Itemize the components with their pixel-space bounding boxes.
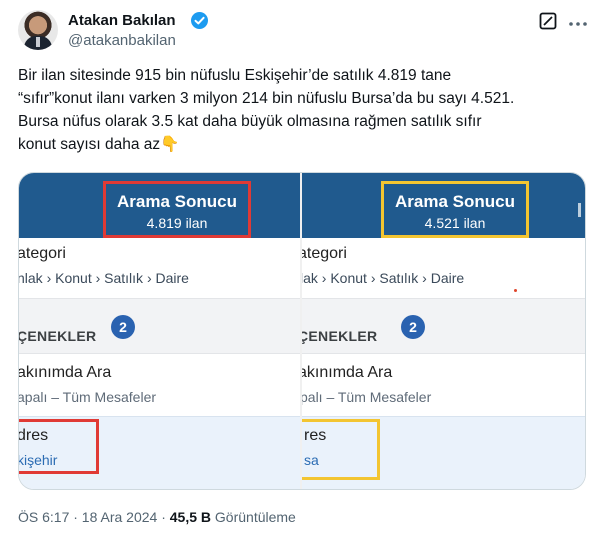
category-row: ategori lak › Konut › Satılık › Daire <box>302 238 585 298</box>
tweet-line: Bir ilan sitesinde 915 bin nüfuslu Eskiş… <box>18 67 452 84</box>
options-count-badge: 2 <box>401 315 425 339</box>
tweet-text: Bir ilan sitesinde 915 bin nüfuslu Eskiş… <box>18 64 580 156</box>
grok-icon[interactable] <box>539 12 557 30</box>
results-header-bar: Arama Sonucu 4.521 ilan <box>302 173 585 238</box>
options-count-badge: 2 <box>111 315 135 339</box>
views-label: Görüntüleme <box>214 509 296 525</box>
result-highlight-box: Arama Sonucu 4.819 ilan <box>103 181 251 238</box>
nearby-label: akınımda Ara <box>19 364 112 381</box>
result-highlight-box: Arama Sonucu 4.521 ilan <box>381 181 529 238</box>
category-path: nlak › Konut › Satılık › Daire <box>19 270 189 286</box>
category-row: ategori nlak › Konut › Satılık › Daire <box>19 238 300 298</box>
nearby-value: apalı – Tüm Mesafeler <box>19 389 157 405</box>
more-options-icon[interactable] <box>568 16 588 26</box>
category-path: lak › Konut › Satılık › Daire <box>302 270 465 286</box>
result-title: Arama Sonucu <box>117 192 237 211</box>
nearby-row: akınımda Ara palı – Tüm Mesafeler <box>302 354 585 416</box>
verified-badge-icon[interactable] <box>191 12 208 29</box>
address-row: res sa <box>302 416 585 489</box>
result-count: 4.819 ilan <box>146 215 208 231</box>
nearby-label: akınımda Ara <box>302 364 393 381</box>
tweet-media[interactable]: Arama Sonucu 4.819 ilan ategori nlak › K… <box>18 172 586 490</box>
tweet-metadata: ÖS 6:17 · 18 Ara 2024 · 45,5 B Görüntüle… <box>18 509 296 525</box>
timestamp[interactable]: ÖS 6:17 · 18 Ara 2024 · <box>18 509 166 525</box>
header-edge-mark <box>578 203 581 217</box>
result-count: 4.521 ilan <box>424 215 486 231</box>
nearby-value: palı – Tüm Mesafeler <box>302 389 432 405</box>
results-header-bar: Arama Sonucu 4.819 ilan <box>19 173 300 238</box>
tweet-line: “sıfır”konut ilanı varken 3 milyon 214 b… <box>18 90 515 107</box>
red-dot-mark <box>514 289 517 292</box>
category-label: ategori <box>302 245 347 262</box>
options-label: ÇENEKLER <box>19 328 97 344</box>
options-row: ÇENEKLER 2 <box>302 298 585 354</box>
media-left-screenshot[interactable]: Arama Sonucu 4.819 ilan ategori nlak › K… <box>19 173 300 489</box>
author-name[interactable]: Atakan Bakılan <box>68 12 176 29</box>
avatar[interactable] <box>18 10 58 50</box>
address-highlight-box <box>19 419 99 474</box>
views-count: 45,5 B <box>169 509 212 525</box>
tweet-line: Bursa nüfus olarak 3.5 kat daha büyük ol… <box>18 113 482 130</box>
author-handle[interactable]: @atakanbakilan <box>68 32 176 49</box>
address-highlight-box <box>302 419 380 480</box>
result-title: Arama Sonucu <box>395 192 515 211</box>
nearby-row: akınımda Ara apalı – Tüm Mesafeler <box>19 354 300 416</box>
tweet-header: Atakan Bakılan @atakanbakilan <box>18 10 587 54</box>
media-right-screenshot[interactable]: Arama Sonucu 4.521 ilan ategori lak › Ko… <box>302 173 585 489</box>
address-row: dres kişehir <box>19 416 300 489</box>
options-row: ÇENEKLER 2 <box>19 298 300 354</box>
avatar-tie <box>36 37 40 47</box>
options-label: ÇENEKLER <box>302 328 378 344</box>
tweet-line: konut sayısı daha az👇 <box>18 136 180 153</box>
category-label: ategori <box>19 245 66 262</box>
